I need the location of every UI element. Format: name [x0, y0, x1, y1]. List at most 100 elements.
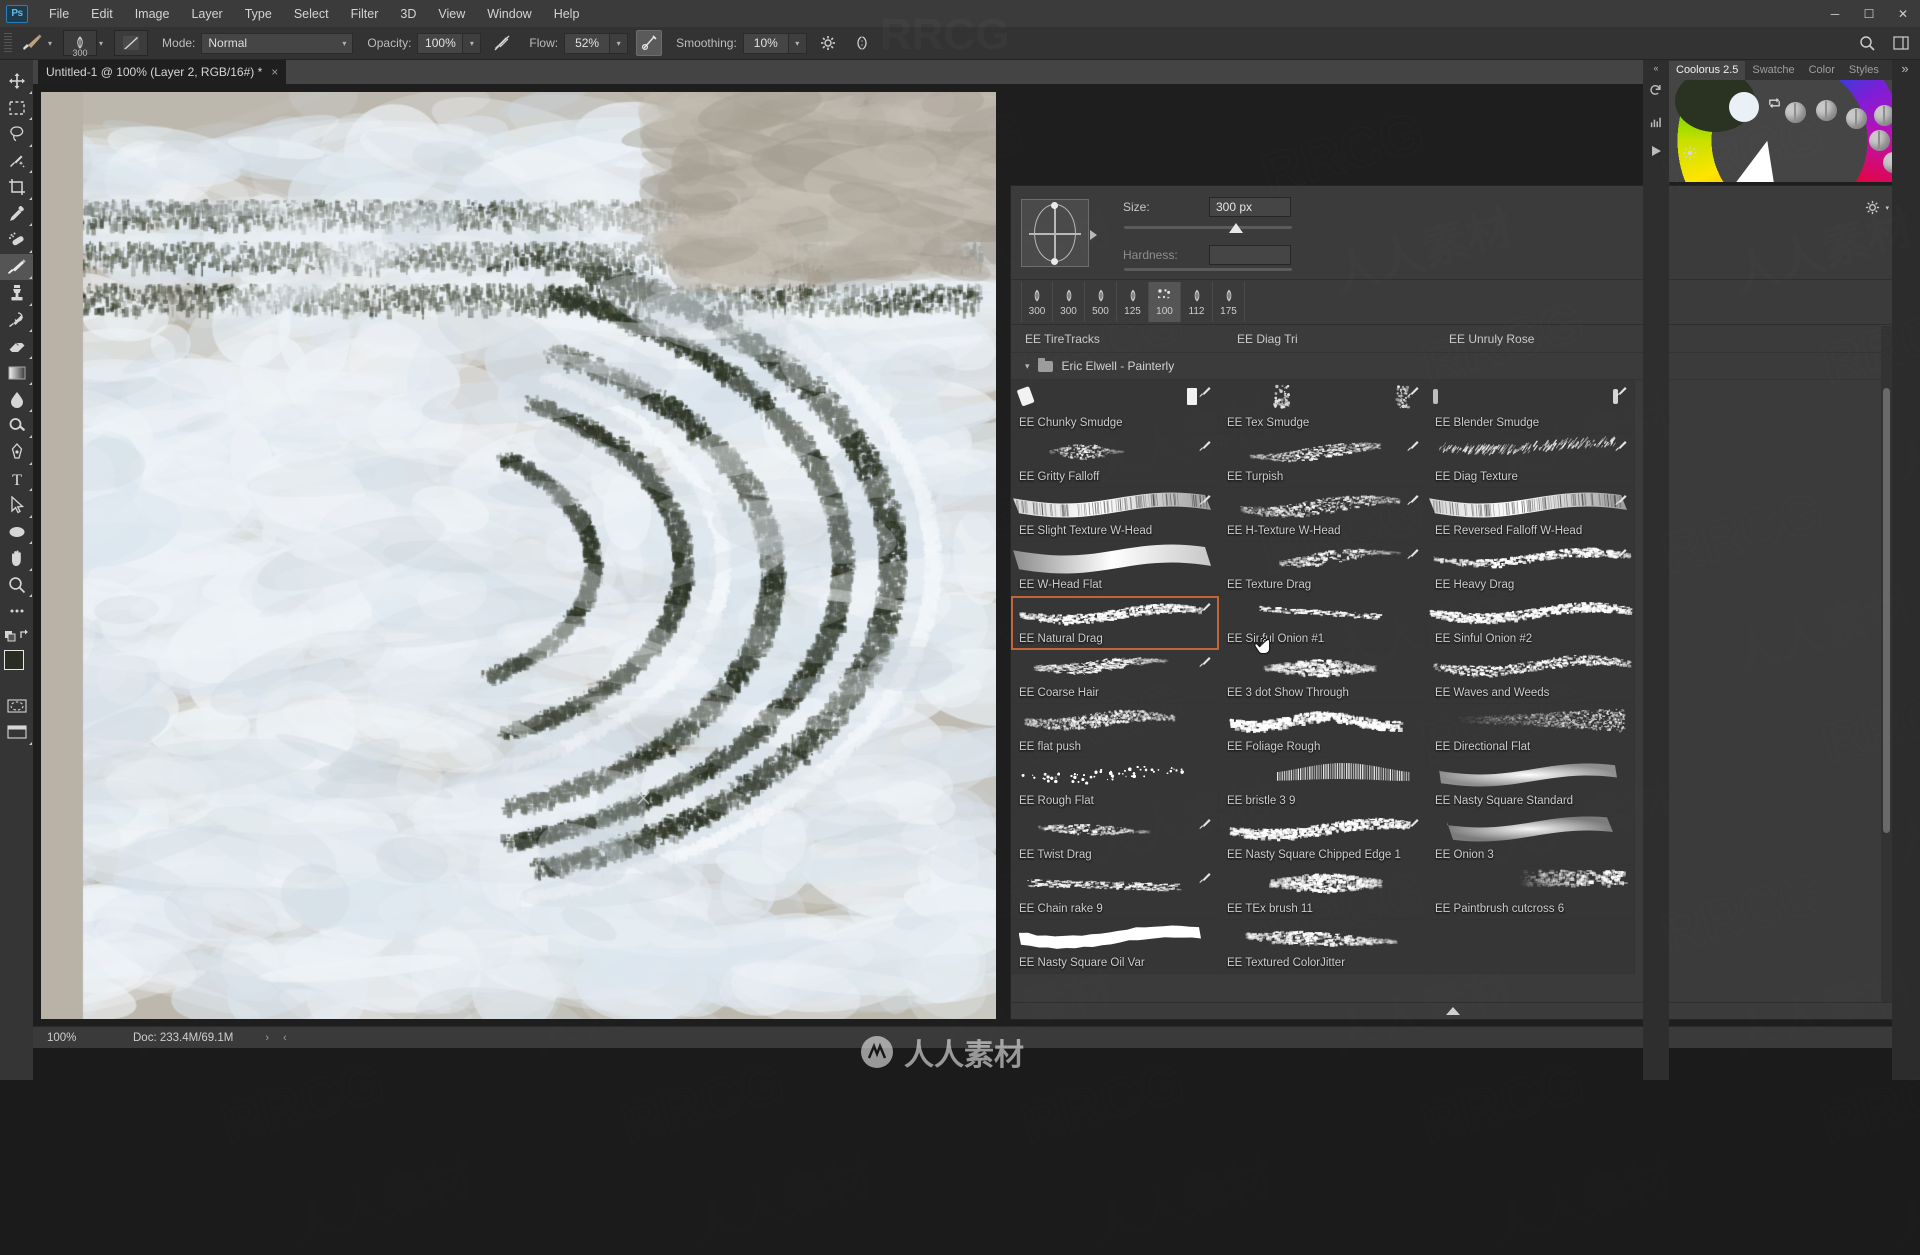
- brush-settings-caret[interactable]: ▾: [97, 39, 110, 48]
- foreground-color-swatch[interactable]: [4, 650, 24, 670]
- zoom-level[interactable]: 100%: [33, 1032, 95, 1044]
- brush-preset-thumbnail[interactable]: 300: [63, 30, 97, 56]
- tool-type[interactable]: T: [0, 466, 33, 493]
- tool-gradient[interactable]: [0, 360, 33, 387]
- chevron-up-icon[interactable]: [1446, 1007, 1460, 1015]
- recent-size-5[interactable]: 112: [1181, 282, 1213, 322]
- brush-item[interactable]: EE Waves and Weeds: [1427, 650, 1635, 704]
- brush-presets-icon[interactable]: [1643, 106, 1669, 136]
- brush-item[interactable]: EE Diag Texture: [1427, 434, 1635, 488]
- picker-settings-gear-icon[interactable]: [1865, 200, 1880, 218]
- brush-item[interactable]: EE Sinful Onion #1: [1219, 596, 1427, 650]
- coolorus-panel[interactable]: Coolorus 2.5SwatcheColorStyles≡: [1669, 60, 1920, 182]
- far-right-panel-column[interactable]: »: [1892, 60, 1920, 1080]
- brush-item-top-2[interactable]: EE Unruly Rose: [1435, 332, 1647, 346]
- search-icon[interactable]: [1854, 30, 1880, 56]
- brush-preset-picker[interactable]: Size: 300 px Hardness: ▾ 300300500125100…: [1010, 185, 1894, 1020]
- tool-ellipse[interactable]: [0, 519, 33, 546]
- brush-item[interactable]: EE Textured ColorJitter: [1219, 920, 1427, 974]
- blend-mode-select[interactable]: Normal ▾: [201, 33, 353, 54]
- color-scheme-ball[interactable]: [1869, 130, 1890, 151]
- size-slider-track[interactable]: [1124, 226, 1292, 229]
- recent-size-2[interactable]: 500: [1085, 282, 1117, 322]
- flow-input[interactable]: 52%: [564, 33, 610, 54]
- tool-lasso[interactable]: [0, 121, 33, 148]
- tool-dodge[interactable]: [0, 413, 33, 440]
- recent-size-4[interactable]: 100: [1149, 282, 1181, 322]
- minimize-button[interactable]: ─: [1818, 0, 1852, 27]
- tool-eyedropper[interactable]: [0, 201, 33, 228]
- brush-item[interactable]: EE Chunky Smudge: [1011, 380, 1219, 434]
- airbrush-toggle-icon[interactable]: [636, 30, 662, 56]
- brush-item[interactable]: EE 3 dot Show Through: [1219, 650, 1427, 704]
- recent-size-6[interactable]: 175: [1213, 282, 1245, 322]
- tool-brush[interactable]: [0, 254, 33, 281]
- brush-item[interactable]: EE W-Head Flat: [1011, 542, 1219, 596]
- brush-group-header[interactable]: ▾ Eric Elwell - Painterly: [1011, 353, 1895, 380]
- brush-item[interactable]: EE Blender Smudge: [1427, 380, 1635, 434]
- expand-icon[interactable]: »: [1892, 60, 1918, 76]
- status-next-icon[interactable]: ›: [265, 1032, 269, 1044]
- menu-item-filter[interactable]: Filter: [340, 3, 390, 25]
- menu-item-help[interactable]: Help: [543, 3, 591, 25]
- collapse-icon[interactable]: «: [1643, 60, 1669, 76]
- coolorus-wheel-body[interactable]: [1669, 80, 1920, 182]
- recent-size-3[interactable]: 125: [1117, 282, 1149, 322]
- pressure-controls-opacity-icon[interactable]: [489, 30, 515, 56]
- tool-pen[interactable]: [0, 439, 33, 466]
- panel-tab-color[interactable]: Color: [1802, 61, 1842, 80]
- menu-item-image[interactable]: Image: [124, 3, 181, 25]
- brush-item[interactable]: EE Foliage Rough: [1219, 704, 1427, 758]
- menu-item-file[interactable]: File: [38, 3, 80, 25]
- tool-crop[interactable]: [0, 174, 33, 201]
- tool-path-selection[interactable]: [0, 492, 33, 519]
- close-icon[interactable]: ×: [271, 65, 278, 79]
- brush-item[interactable]: EE Nasty Square Chipped Edge 1: [1219, 812, 1427, 866]
- panel-tab-swatche[interactable]: Swatche: [1745, 61, 1801, 80]
- opacity-chevron-down-icon[interactable]: ▾: [463, 33, 481, 54]
- default-colors-and-swap[interactable]: [0, 625, 33, 645]
- tool-move[interactable]: [0, 68, 33, 95]
- brush-item[interactable]: EE Reversed Falloff W-Head: [1427, 488, 1635, 542]
- brush-item-top-0[interactable]: EE TireTracks: [1011, 332, 1223, 346]
- picker-settings-caret-icon[interactable]: ▾: [1885, 204, 1889, 212]
- tool-clone-stamp[interactable]: [0, 280, 33, 307]
- tool-eraser[interactable]: [0, 333, 33, 360]
- brush-item[interactable]: EE Gritty Falloff: [1011, 434, 1219, 488]
- brush-tip-rotate-handle-icon[interactable]: [1090, 230, 1097, 240]
- brush-item[interactable]: EE flat push: [1011, 704, 1219, 758]
- brush-item[interactable]: EE Nasty Square Standard: [1427, 758, 1635, 812]
- quick-mask-toggle[interactable]: [0, 693, 33, 720]
- brush-item[interactable]: EE Tex Smudge: [1219, 380, 1427, 434]
- brush-item[interactable]: EE Paintbrush cutcross 6: [1427, 866, 1635, 920]
- menu-item-edit[interactable]: Edit: [80, 3, 124, 25]
- brush-item[interactable]: EE Twist Drag: [1011, 812, 1219, 866]
- size-input[interactable]: 300 px: [1209, 197, 1291, 217]
- brush-item-top-1[interactable]: EE Diag Tri: [1223, 332, 1435, 346]
- document-tab[interactable]: Untitled-1 @ 100% (Layer 2, RGB/16#) * ×: [38, 60, 286, 84]
- color-scheme-ball[interactable]: [1785, 102, 1806, 123]
- brush-item[interactable]: EE TEx brush 11: [1219, 866, 1427, 920]
- tool-history-brush[interactable]: [0, 307, 33, 334]
- brush-item[interactable]: EE Directional Flat: [1427, 704, 1635, 758]
- brush-item[interactable]: EE Heavy Drag: [1427, 542, 1635, 596]
- size-slider-knob[interactable]: [1229, 223, 1243, 233]
- color-scheme-ball[interactable]: [1816, 100, 1837, 121]
- menu-item-select[interactable]: Select: [283, 3, 340, 25]
- panel-tab-coolorus-2-5[interactable]: Coolorus 2.5: [1669, 61, 1745, 80]
- tool-quick-selection[interactable]: [0, 148, 33, 175]
- brush-tip-preview[interactable]: [1021, 199, 1089, 267]
- smoothing-chevron-down-icon[interactable]: ▾: [789, 33, 807, 54]
- brush-item[interactable]: [1427, 920, 1635, 974]
- color-swatches[interactable]: [0, 647, 33, 687]
- brush-item[interactable]: EE H-Texture W-Head: [1219, 488, 1427, 542]
- edit-toolbar-button[interactable]: [0, 598, 33, 625]
- menu-item-3d[interactable]: 3D: [389, 3, 427, 25]
- tool-spot-healing-brush[interactable]: [0, 227, 33, 254]
- menu-item-type[interactable]: Type: [234, 3, 283, 25]
- status-prev-icon[interactable]: ‹: [283, 1032, 287, 1044]
- panel-tab-styles[interactable]: Styles: [1842, 61, 1886, 80]
- brush-list[interactable]: EE TireTracksEE Diag TriEE Unruly Rose ▾…: [1011, 326, 1895, 1004]
- restore-button[interactable]: ☐: [1852, 0, 1886, 27]
- flow-chevron-down-icon[interactable]: ▾: [610, 33, 628, 54]
